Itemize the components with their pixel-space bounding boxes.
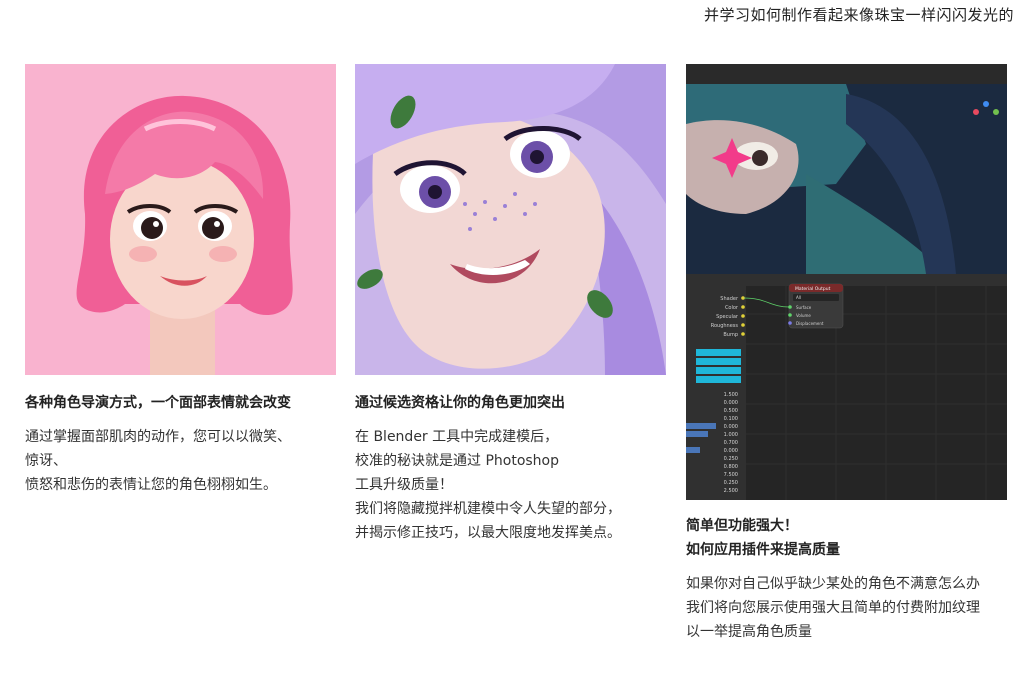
param-value: 7.500 <box>724 472 738 478</box>
card-description: 在 Blender 工具中完成建模后， 校准的秘诀就是通过 Photoshop … <box>355 429 621 541</box>
feature-card-addon: Shader Color Specular Roughness Bump 1.5… <box>686 64 1024 644</box>
card-description: 如果你对自己似乎缺少某处的角色不满意怎么办 我们将向您展示使用强大且简单的付费附… <box>686 576 980 640</box>
card-description: 通过掌握面部肌肉的动作，您可以以微笑、 惊讶、 愤怒和悲伤的表情让您的角色栩栩如… <box>25 429 291 493</box>
param-value: 0.250 <box>724 480 738 486</box>
card-title: 简单但功能强大！ 如何应用插件来提高质量 <box>686 514 1024 562</box>
param-value: 2.500 <box>724 488 738 494</box>
card-title: 通过候选资格让你的角色更加突出 <box>355 395 565 411</box>
param-value: 0.000 <box>724 448 738 454</box>
param-value: 0.500 <box>724 408 738 414</box>
node-input-label: Surface <box>796 305 812 310</box>
card-title-line: 如何应用插件来提高质量 <box>686 542 840 558</box>
param-value: 0.100 <box>724 416 738 422</box>
material-output-header: Material Output <box>795 286 831 292</box>
param-value: 0.800 <box>724 464 738 470</box>
bsdf-output-label: Roughness <box>711 323 739 329</box>
param-value: 0.000 <box>724 400 738 406</box>
character-image-purple-hair <box>355 64 666 375</box>
bsdf-output-label: Specular <box>716 314 739 320</box>
pink-hair-illustration <box>25 64 336 375</box>
node-input-label: Displacement <box>796 321 824 326</box>
blender-ui-illustration: Shader Color Specular Roughness Bump 1.5… <box>686 64 1007 500</box>
purple-hair-illustration <box>355 64 666 375</box>
param-value: 0.000 <box>724 424 738 430</box>
feature-card-facial-expression: 各种角色导演方式，一个面部表情就会改变 通过掌握面部肌肉的动作，您可以以微笑、 … <box>25 64 336 497</box>
param-value: 0.700 <box>724 440 738 446</box>
bsdf-output-label: Color <box>725 305 739 311</box>
character-image-pink-hair <box>25 64 336 375</box>
bsdf-output-label: Shader <box>720 296 739 302</box>
param-value: 0.250 <box>724 456 738 462</box>
param-value: 1.500 <box>724 392 738 398</box>
feature-card-retouch: 通过候选资格让你的角色更加突出 在 Blender 工具中完成建模后， 校准的秘… <box>355 64 666 545</box>
node-input-label: Volume <box>796 313 811 318</box>
material-output-dropdown[interactable]: All <box>796 295 801 300</box>
blender-screenshot: Shader Color Specular Roughness Bump 1.5… <box>686 64 1007 500</box>
header-text: 并学习如何制作看起来像珠宝一样闪闪发光的 <box>704 6 1015 24</box>
param-value: 1.000 <box>724 432 738 438</box>
bsdf-output-label: Bump <box>723 332 738 338</box>
card-title-line: 简单但功能强大！ <box>686 518 798 534</box>
card-title: 各种角色导演方式，一个面部表情就会改变 <box>25 395 291 411</box>
